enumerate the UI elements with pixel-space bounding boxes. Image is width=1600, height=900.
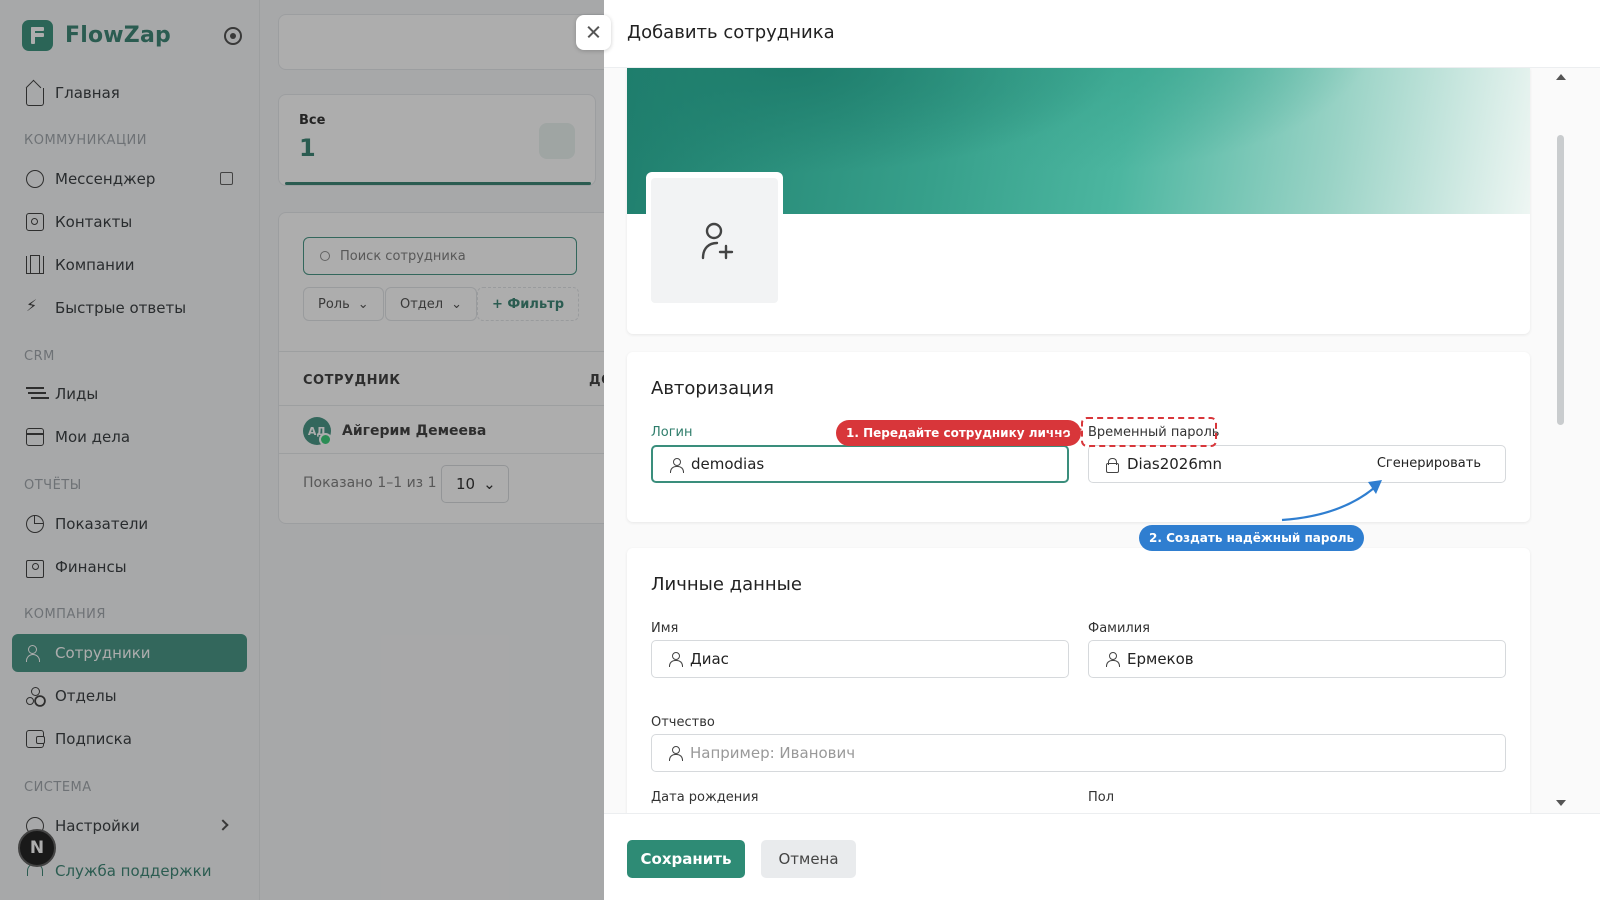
user-icon: [669, 652, 683, 667]
add-employee-drawer: Добавить сотрудника Авторизация Логин de…: [604, 0, 1600, 900]
gender-label: Пол: [1088, 790, 1115, 805]
arrow-right-icon: [1045, 425, 1082, 437]
close-icon[interactable]: [576, 15, 611, 50]
login-label: Логин: [651, 425, 693, 440]
scroll-up-icon[interactable]: [1556, 74, 1566, 80]
save-button[interactable]: Сохранить: [627, 840, 745, 878]
profile-cover-card: [627, 68, 1530, 334]
login-field[interactable]: demodias: [651, 445, 1069, 483]
generate-password-button[interactable]: Сгенерировать: [1377, 456, 1481, 471]
user-icon: [670, 458, 684, 473]
section-title: Авторизация: [651, 378, 774, 399]
birth-date-label: Дата рождения: [651, 790, 759, 805]
scrollbar-thumb[interactable]: [1557, 135, 1564, 425]
cancel-button[interactable]: Отмена: [761, 840, 856, 878]
arrow-up-icon: [1281, 480, 1382, 522]
last-name-value: Ермеков: [1127, 650, 1194, 668]
password-highlight-box: [1081, 417, 1217, 447]
login-value: demodias: [691, 455, 765, 473]
personal-data-section: Личные данные Имя Диас Фамилия Ермеков О…: [627, 548, 1530, 813]
last-name-label: Фамилия: [1088, 621, 1150, 636]
callout-strong-password: 2. Создать надёжный пароль: [1139, 525, 1365, 551]
photo-upload[interactable]: [651, 178, 778, 303]
drawer-header: Добавить сотрудника: [604, 0, 1600, 68]
user-icon: [1106, 652, 1120, 667]
section-title: Личные данные: [651, 574, 802, 595]
user-icon: [669, 746, 683, 761]
scroll-down-icon[interactable]: [1556, 800, 1566, 806]
add-user-icon: [701, 222, 734, 260]
lock-icon: [1106, 458, 1119, 473]
first-name-value: Диас: [690, 650, 729, 668]
patronymic-placeholder: Например: Иванович: [690, 744, 856, 762]
photo-frame: [646, 172, 783, 308]
password-value: Dias2026mn: [1127, 455, 1223, 473]
first-name-field[interactable]: Диас: [651, 640, 1069, 678]
last-name-field[interactable]: Ермеков: [1088, 640, 1506, 678]
patronymic-label: Отчество: [651, 715, 715, 730]
drawer-title: Добавить сотрудника: [627, 22, 835, 43]
first-name-label: Имя: [651, 621, 679, 636]
drawer-footer: Сохранить Отмена: [604, 813, 1600, 900]
patronymic-field[interactable]: Например: Иванович: [651, 734, 1506, 772]
